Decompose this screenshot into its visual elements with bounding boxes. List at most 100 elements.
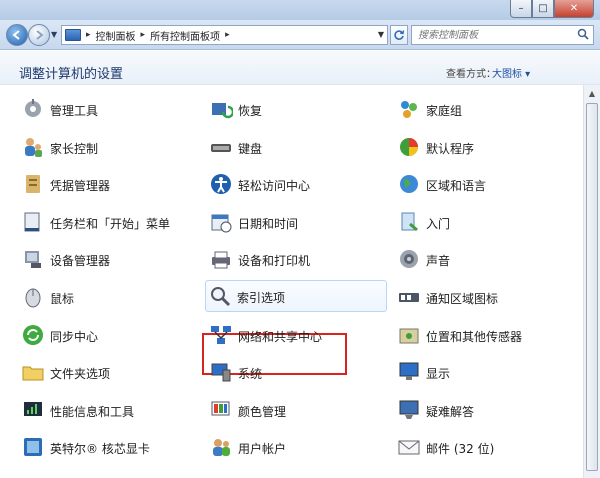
control-panel-item-label: 家庭组	[426, 104, 463, 118]
control-panel-item[interactable]: 电话和调制解调器	[18, 85, 196, 87]
back-button[interactable]	[6, 24, 28, 46]
control-panel-item[interactable]: 鼠标	[18, 281, 196, 313]
intel-graphics-icon	[24, 438, 42, 457]
vertical-scrollbar[interactable]: ▲	[583, 85, 600, 478]
color-management-icon	[211, 401, 230, 416]
control-panel-item[interactable]: 区域和语言	[394, 168, 572, 200]
control-panel-item-label: 文件夹选项	[50, 367, 111, 382]
recent-pages-dropdown[interactable]: ▼	[51, 30, 57, 39]
close-button[interactable]: ✕	[554, 0, 594, 18]
control-panel-item-label: 家长控制	[50, 141, 99, 156]
control-panel-item[interactable]: 显示	[394, 356, 572, 388]
control-panel-item[interactable]: 家长控制	[18, 131, 196, 163]
control-panel-item[interactable]: 用户帐户	[206, 431, 384, 463]
performance-icon	[24, 401, 42, 416]
control-panel-item[interactable]: 性能信息和工具	[18, 394, 196, 426]
control-panel-item[interactable]: 索引选项	[205, 280, 387, 312]
control-panel-item[interactable]: 同步中心	[18, 319, 196, 351]
control-panel-item[interactable]: 恢复	[206, 93, 384, 125]
control-panel-item[interactable]: 文件夹选项	[18, 356, 196, 388]
control-panel-item[interactable]: 凭据管理器	[18, 168, 196, 200]
control-panel-item-label: 鼠标	[50, 292, 75, 306]
control-panel-item[interactable]: 设备管理器	[18, 243, 196, 275]
control-panel-item[interactable]: 网络和共享中心	[206, 319, 384, 351]
sound-icon	[400, 250, 418, 269]
sync-center-icon	[23, 324, 43, 345]
refresh-icon	[394, 30, 405, 40]
refresh-button[interactable]	[390, 25, 408, 45]
user-accounts-icon	[213, 439, 230, 457]
system-icon	[211, 363, 231, 382]
control-panel-item[interactable]: 任务栏和「开始」菜单	[18, 206, 196, 238]
control-panel-items: 电话和调制解调器 电源选项 个性化管理工具 恢复 家庭组家长控制 键盘 默认程序凭据管理器 轻…	[0, 85, 583, 478]
control-panel-item[interactable]: 电源选项	[206, 85, 384, 87]
folder-options-icon	[22, 366, 44, 381]
control-panel-item[interactable]: 疑难解答	[394, 394, 572, 426]
control-panel-item[interactable]: 系统	[206, 356, 384, 388]
breadcrumb-separator[interactable]: ▸	[141, 30, 146, 40]
control-panel-item[interactable]: 位置和其他传感器	[394, 319, 572, 351]
control-panel-item[interactable]: 邮件 (32 位)	[394, 431, 572, 463]
control-panel-item[interactable]: 颜色管理	[206, 394, 384, 426]
control-panel-item[interactable]: 轻松访问中心	[206, 168, 384, 200]
view-by-dropdown[interactable]: 大图标 ▾	[492, 65, 530, 80]
view-by-label: 查看方式：	[446, 69, 496, 80]
control-panel-item-label: 同步中心	[50, 329, 99, 344]
control-panel-item-label: 声音	[426, 254, 451, 269]
breadcrumb-separator[interactable]: ▸	[86, 30, 91, 40]
control-panel-item[interactable]: 英特尔® 核芯显卡	[18, 431, 196, 463]
ease-of-access-icon	[211, 174, 231, 195]
control-panel-item-label: 轻松访问中心	[238, 179, 311, 194]
search-box[interactable]	[411, 25, 594, 45]
control-panel-item-label: 区域和语言	[426, 179, 487, 194]
control-panel-item-label: 性能信息和工具	[50, 404, 135, 419]
display-icon	[399, 362, 419, 381]
control-panel-item[interactable]: 家庭组	[394, 93, 572, 125]
maximize-button[interactable]: □	[532, 0, 554, 18]
credential-manager-icon	[26, 175, 40, 194]
devices-printers-icon	[212, 251, 230, 269]
control-panel-item-label: 管理工具	[50, 104, 99, 118]
homegroup-icon	[401, 101, 417, 118]
getting-started-icon	[401, 212, 418, 231]
region-language-icon	[400, 175, 418, 194]
parental-controls-icon	[25, 137, 42, 157]
control-panel-item-label: 颜色管理	[238, 404, 287, 419]
window-controls: – □ ✕	[510, 0, 594, 18]
control-panel-item[interactable]: 默认程序	[394, 131, 572, 163]
scrollbar-thumb[interactable]	[586, 103, 598, 471]
forward-button[interactable]	[28, 24, 50, 46]
breadcrumb-separator[interactable]: ▸	[225, 30, 230, 40]
breadcrumb-control-panel[interactable]: 控制面板	[96, 28, 136, 43]
network-sharing-icon	[211, 325, 231, 344]
control-panel-item[interactable]: 设备和打印机	[206, 243, 384, 275]
control-panel-item[interactable]: 通知区域图标	[394, 281, 572, 313]
location-sensors-icon	[399, 328, 419, 344]
control-panel-item-label: 用户帐户	[238, 442, 287, 457]
control-panel-item-label: 系统	[238, 367, 263, 382]
address-dropdown-icon[interactable]: ▼	[378, 30, 384, 39]
control-panel-item[interactable]: 键盘	[206, 131, 384, 163]
search-input[interactable]	[412, 26, 572, 44]
minimize-button[interactable]: –	[510, 0, 532, 18]
control-panel-item-label: 任务栏和「开始」菜单	[50, 216, 171, 231]
control-panel-item-label: 通知区域图标	[426, 292, 499, 306]
control-panel-item-label: 疑难解答	[426, 404, 475, 419]
control-panel-item[interactable]: 管理工具	[18, 93, 196, 125]
control-panel-item-label: 恢复	[238, 104, 263, 118]
address-bar[interactable]: ▸ 控制面板 ▸ 所有控制面板项 ▸ ▼	[61, 25, 388, 45]
control-panel-item[interactable]: 个性化	[394, 85, 572, 87]
search-icon[interactable]	[577, 28, 589, 40]
recovery-icon	[212, 103, 233, 119]
control-panel-item[interactable]: 日期和时间	[206, 206, 384, 238]
page-header: 调整计算机的设置 查看方式： 大图标 ▾	[0, 51, 600, 85]
control-panel-item-label: 位置和其他传感器	[426, 329, 523, 344]
control-panel-item-label: 凭据管理器	[50, 179, 111, 194]
notification-area-icon	[399, 293, 419, 302]
control-panel-item-label: 索引选项	[237, 291, 286, 305]
troubleshooting-icon	[399, 400, 419, 419]
scroll-up-arrow-icon[interactable]: ▲	[584, 85, 600, 101]
control-panel-item[interactable]: 入门	[394, 206, 572, 238]
control-panel-item[interactable]: 声音	[394, 243, 572, 275]
breadcrumb-all-items[interactable]: 所有控制面板项	[150, 28, 220, 43]
